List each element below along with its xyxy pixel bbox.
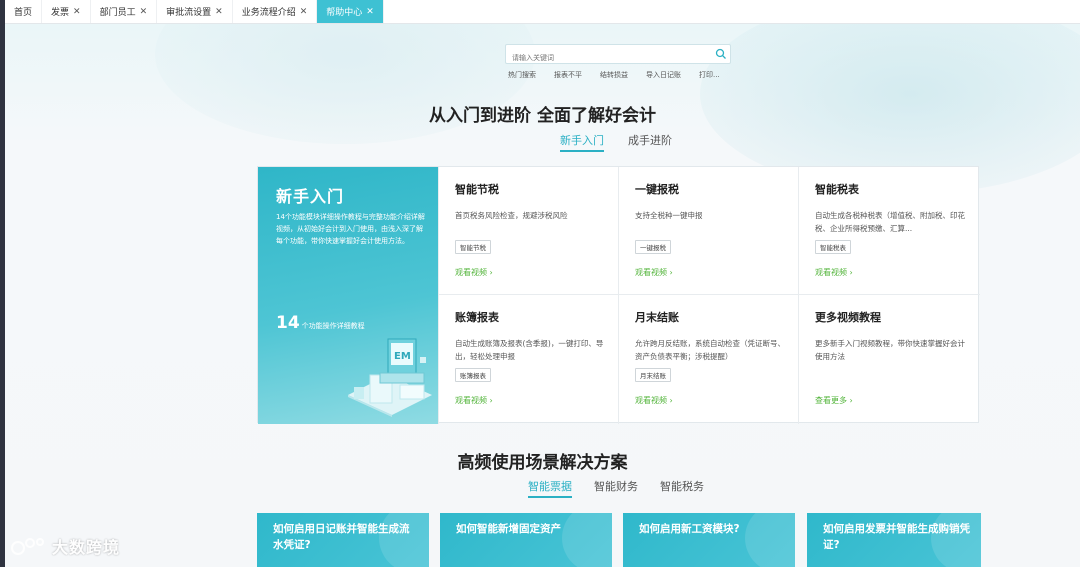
card-title: 一键报税: [635, 183, 679, 196]
card-title: 更多视频教程: [815, 311, 881, 324]
background-decoration: [155, 24, 535, 144]
tab-label: 业务流程介绍: [241, 8, 296, 18]
search-icon[interactable]: [715, 48, 727, 60]
card-tag: 账簿报表: [455, 368, 491, 382]
close-icon[interactable]: ✕: [140, 7, 148, 17]
tab-beginner[interactable]: 新手入门: [560, 132, 604, 152]
scenario-cards: 如何启用日记账并智能生成流水凭证? 如何智能新增固定资产 如何启用新工资模块? …: [257, 513, 981, 567]
tab-label: 首页: [14, 8, 33, 18]
tab-help-center[interactable]: 帮助中心 ✕: [317, 0, 384, 23]
close-icon[interactable]: ✕: [366, 7, 374, 17]
card-tag: 智能节税: [455, 240, 491, 254]
tab-home[interactable]: 首页: [5, 0, 43, 23]
watermark-logo-icon: [11, 538, 44, 555]
watch-video-link[interactable]: 观看视频 ›: [455, 395, 493, 406]
card-tag: 月末结账: [635, 368, 671, 382]
more-videos-card[interactable]: 更多视频教程 更多新手入门视频教程，带你快速掌握好会计使用方法 查看更多 ›: [798, 295, 980, 424]
tutorial-grid: 新手入门 14个功能模块详细操作教程与完整功能介绍详解视频，从初始好会计到入门使…: [257, 166, 980, 424]
card-description: 支持全税种一键申报: [635, 211, 703, 220]
tab-business-process[interactable]: 业务流程介绍 ✕: [233, 0, 318, 23]
hero-title: 新手入门: [276, 187, 345, 206]
hot-keyword[interactable]: 导入日记账: [646, 70, 681, 80]
card-tag: 智能税表: [815, 240, 851, 254]
tab-bar: 首页 发票 ✕ 部门员工 ✕ 审批流设置 ✕ 业务流程介绍 ✕ 帮助中心 ✕: [5, 0, 1080, 24]
hot-keyword[interactable]: 结转损益: [600, 70, 628, 80]
card-title: 智能税表: [815, 183, 859, 196]
card-description: 自动生成账簿及报表(含季报)，一键打印、导出，轻松处理申报: [455, 339, 604, 361]
tutorial-card[interactable]: 智能税表 自动生成各税种税表（增值税、附加税、印花税、企业所得税预缴、汇算...…: [798, 167, 980, 295]
tutorial-card[interactable]: 月末结账 允许跨月反结账，系统自动检查（凭证断号、资产负债表平衡；涉税提醒） 月…: [618, 295, 798, 424]
watch-video-link[interactable]: 观看视频 ›: [455, 267, 493, 278]
tab-invoice[interactable]: 发票 ✕: [42, 0, 91, 23]
watch-video-link[interactable]: 观看视频 ›: [635, 395, 673, 406]
help-center-page: 热门搜索 报表不平 结转损益 导入日记账 打印... 从入门到进阶 全面了解好会…: [5, 24, 1080, 567]
card-title: 月末结账: [635, 311, 679, 324]
tab-label: 部门员工: [99, 8, 136, 18]
watermark-text: 大数跨境: [52, 538, 121, 557]
tab-department-staff[interactable]: 部门员工 ✕: [91, 0, 158, 23]
close-icon[interactable]: ✕: [73, 7, 81, 17]
hot-keyword[interactable]: 报表不平: [554, 70, 582, 80]
card-title: 账簿报表: [455, 311, 499, 324]
tab-smart-invoice[interactable]: 智能票据: [528, 478, 572, 498]
beginner-hero-card[interactable]: 新手入门 14个功能模块详细操作教程与完整功能介绍详解视频，从初始好会计到入门使…: [258, 167, 438, 424]
tutorial-card[interactable]: 智能节税 首页税务风险检查，规避涉税风险 智能节税 观看视频 ›: [438, 167, 618, 295]
section-title: 高频使用场景解决方案: [457, 453, 628, 473]
card-description: 允许跨月反结账，系统自动检查（凭证断号、资产负债表平衡；涉税提醒）: [635, 339, 785, 361]
watch-video-link[interactable]: 观看视频 ›: [635, 267, 673, 278]
tab-label: 帮助中心: [326, 8, 363, 18]
watermark: 大数跨境: [10, 534, 120, 558]
search-box: [505, 44, 731, 67]
card-title: 智能节税: [455, 183, 499, 196]
computer-illustration-icon: EM: [348, 338, 432, 417]
watch-video-link[interactable]: 观看视频 ›: [815, 267, 853, 278]
hero-description: 14个功能模块详细操作教程与完整功能介绍详解视频，从初始好会计到入门使用，由浅入…: [276, 213, 425, 245]
tab-approval-flow[interactable]: 审批流设置 ✕: [157, 0, 233, 23]
section-tabs: 新手入门 成手进阶: [560, 132, 672, 152]
tutorial-card[interactable]: 账簿报表 自动生成账簿及报表(含季报)，一键打印、导出，轻松处理申报 账簿报表 …: [438, 295, 618, 424]
tab-label: 审批流设置: [166, 8, 212, 18]
svg-text:EM: EM: [394, 351, 411, 362]
card-description: 首页税务风险检查，规避涉税风险: [455, 211, 568, 220]
card-description: 更多新手入门视频教程，带你快速掌握好会计使用方法: [815, 339, 965, 361]
hero-count-number: 14: [276, 313, 300, 333]
scenario-card[interactable]: 如何启用发票并智能生成购销凭证?: [807, 513, 981, 567]
section-tabs: 智能票据 智能财务 智能税务: [528, 478, 704, 498]
close-icon[interactable]: ✕: [300, 7, 308, 17]
see-more-link[interactable]: 查看更多 ›: [815, 395, 853, 406]
scenario-card[interactable]: 如何智能新增固定资产: [440, 513, 612, 567]
card-tag: 一键报税: [635, 240, 671, 254]
tab-smart-finance[interactable]: 智能财务: [594, 478, 638, 498]
search-input[interactable]: [506, 49, 706, 67]
card-description: 自动生成各税种税表（增值税、附加税、印花税、企业所得税预缴、汇算...: [815, 211, 965, 233]
tab-smart-tax[interactable]: 智能税务: [660, 478, 704, 498]
tutorial-card[interactable]: 一键报税 支持全税种一键申报 一键报税 观看视频 ›: [618, 167, 798, 295]
hot-keywords: 热门搜索 报表不平 结转损益 导入日记账 打印...: [508, 70, 720, 80]
tab-label: 发票: [51, 8, 70, 18]
scenario-card[interactable]: 如何启用新工资模块?: [623, 513, 795, 567]
section-title: 从入门到进阶 全面了解好会计: [429, 106, 656, 126]
scenario-card[interactable]: 如何启用日记账并智能生成流水凭证?: [257, 513, 429, 567]
tab-advanced[interactable]: 成手进阶: [628, 132, 672, 152]
hot-keyword[interactable]: 打印...: [699, 70, 720, 80]
close-icon[interactable]: ✕: [215, 7, 223, 17]
hot-keywords-label: 热门搜索: [508, 71, 536, 79]
